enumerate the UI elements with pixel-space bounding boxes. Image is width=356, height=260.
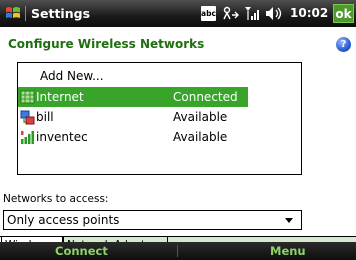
network-status: Available <box>173 110 228 124</box>
add-new-network[interactable]: Add New... <box>18 66 301 86</box>
network-adhoc-icon <box>20 110 35 125</box>
connectivity-icon[interactable] <box>222 6 240 21</box>
ok-button[interactable]: ok <box>333 4 354 23</box>
page-title: Configure Wireless Networks <box>8 37 205 51</box>
title-bar: Settings abc 10:02 ok <box>0 0 356 27</box>
signal-strength-icon[interactable] <box>244 6 260 21</box>
clock[interactable]: 10:02 <box>290 6 328 20</box>
windows-start-icon[interactable] <box>5 5 21 21</box>
network-name: bill <box>36 110 54 124</box>
add-new-label: Add New... <box>40 69 104 83</box>
volume-icon[interactable] <box>265 6 285 21</box>
help-icon[interactable]: ? <box>336 37 351 52</box>
signal-bars-icon <box>21 131 34 144</box>
network-status: Available <box>173 130 228 144</box>
chevron-down-icon[interactable] <box>285 218 293 223</box>
softkey-bar: Connect Menu <box>0 242 356 260</box>
networks-to-access-dropdown[interactable]: Only access points <box>3 210 302 230</box>
list-item-inventec[interactable]: inventec Available <box>18 127 301 147</box>
softkey-divider <box>177 245 178 257</box>
network-internet-icon <box>20 90 35 104</box>
network-name: inventec <box>36 130 88 144</box>
dropdown-value: Only access points <box>7 213 120 227</box>
title-separator <box>25 6 26 21</box>
app-title: Settings <box>31 6 91 21</box>
network-status: Connected <box>173 90 238 104</box>
networks-to-access-label: Networks to access: <box>3 193 109 205</box>
network-list[interactable]: Add New... Internet Connected bill Avail… <box>17 62 302 175</box>
list-item-internet[interactable]: Internet Connected <box>18 87 248 107</box>
page-header: Configure Wireless Networks ? <box>0 27 356 57</box>
menu-softkey[interactable]: Menu <box>270 244 306 258</box>
list-item-bill[interactable]: bill Available <box>18 107 301 127</box>
connect-softkey[interactable]: Connect <box>55 244 108 258</box>
network-name: Internet <box>36 90 84 104</box>
input-method-icon[interactable]: abc <box>201 6 216 21</box>
